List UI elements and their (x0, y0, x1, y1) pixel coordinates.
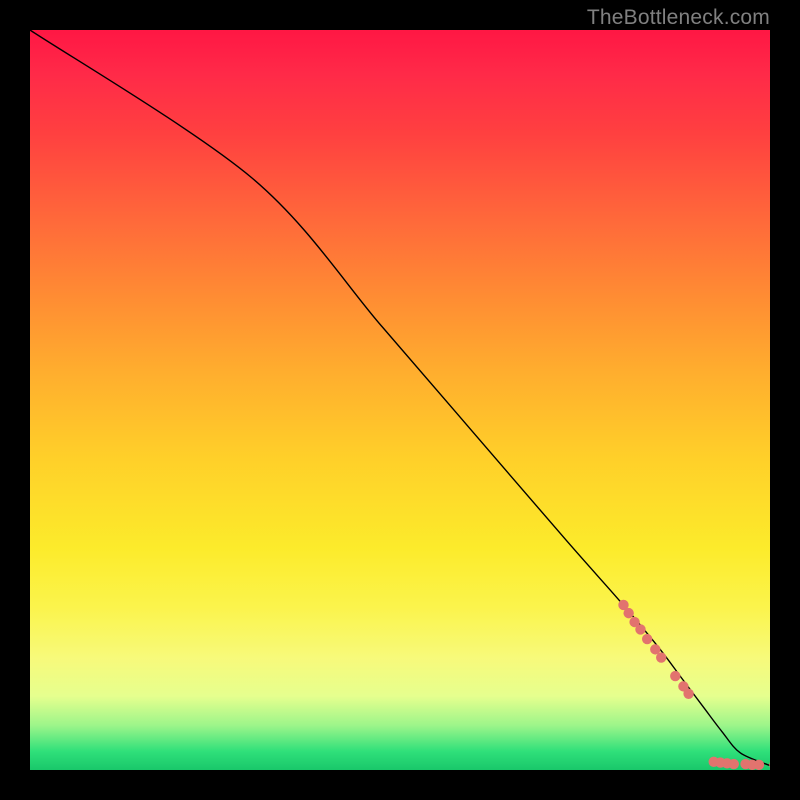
data-marker (623, 608, 633, 618)
data-marker (635, 624, 645, 634)
chart-svg (30, 30, 770, 770)
data-marker (769, 760, 770, 770)
plot-area (30, 30, 770, 770)
data-marker (642, 634, 652, 644)
data-marker (656, 652, 666, 662)
markers-group (618, 600, 770, 770)
chart-frame: TheBottleneck.com (0, 0, 800, 800)
data-marker (754, 760, 764, 770)
data-marker (729, 759, 739, 769)
attribution-label: TheBottleneck.com (587, 6, 770, 30)
data-marker (683, 689, 693, 699)
data-marker (670, 671, 680, 681)
